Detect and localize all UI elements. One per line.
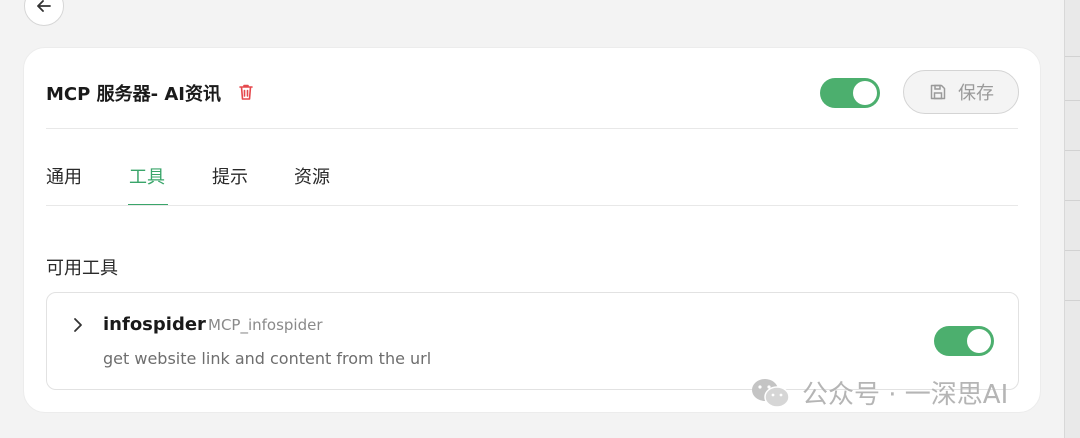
expand-tool-button[interactable]	[71, 317, 85, 337]
tab-general[interactable]: 通用	[46, 163, 82, 189]
floppy-disk-icon	[930, 84, 946, 100]
tool-enabled-toggle[interactable]	[934, 326, 994, 356]
tool-name: infospider	[103, 314, 206, 335]
available-tools-heading: 可用工具	[46, 258, 118, 279]
arrow-left-icon	[37, 0, 51, 12]
tabs-divider	[46, 205, 1018, 206]
server-enabled-toggle[interactable]	[820, 78, 880, 108]
tab-resources[interactable]: 资源	[294, 163, 330, 189]
tool-id: MCP_infospider	[208, 316, 323, 334]
watermark-text: 公众号 · 一深思AI	[802, 380, 1009, 410]
save-button[interactable]: 保存	[903, 70, 1019, 114]
watermark: 公众号 · 一深思AI	[750, 374, 1008, 411]
header-divider	[46, 128, 1018, 129]
chevron-right-icon	[74, 318, 82, 332]
tab-prompts[interactable]: 提示	[212, 163, 248, 189]
tab-tools[interactable]: 工具	[129, 163, 165, 189]
save-button-label: 保存	[958, 83, 994, 104]
back-button[interactable]	[24, 0, 64, 26]
trash-icon	[239, 84, 253, 100]
adjacent-panel-edge	[1064, 0, 1080, 438]
delete-server-button[interactable]	[236, 82, 256, 106]
toggle-knob	[967, 329, 991, 353]
server-title: MCP 服务器- AI资讯	[46, 84, 221, 105]
toggle-knob	[853, 81, 877, 105]
wechat-icon	[752, 378, 790, 408]
mcp-server-card: MCP 服务器- AI资讯 保存 通用 工具 提示 资源 可用工具 infosp…	[23, 47, 1041, 413]
tool-description: get website link and content from the ur…	[103, 349, 432, 368]
